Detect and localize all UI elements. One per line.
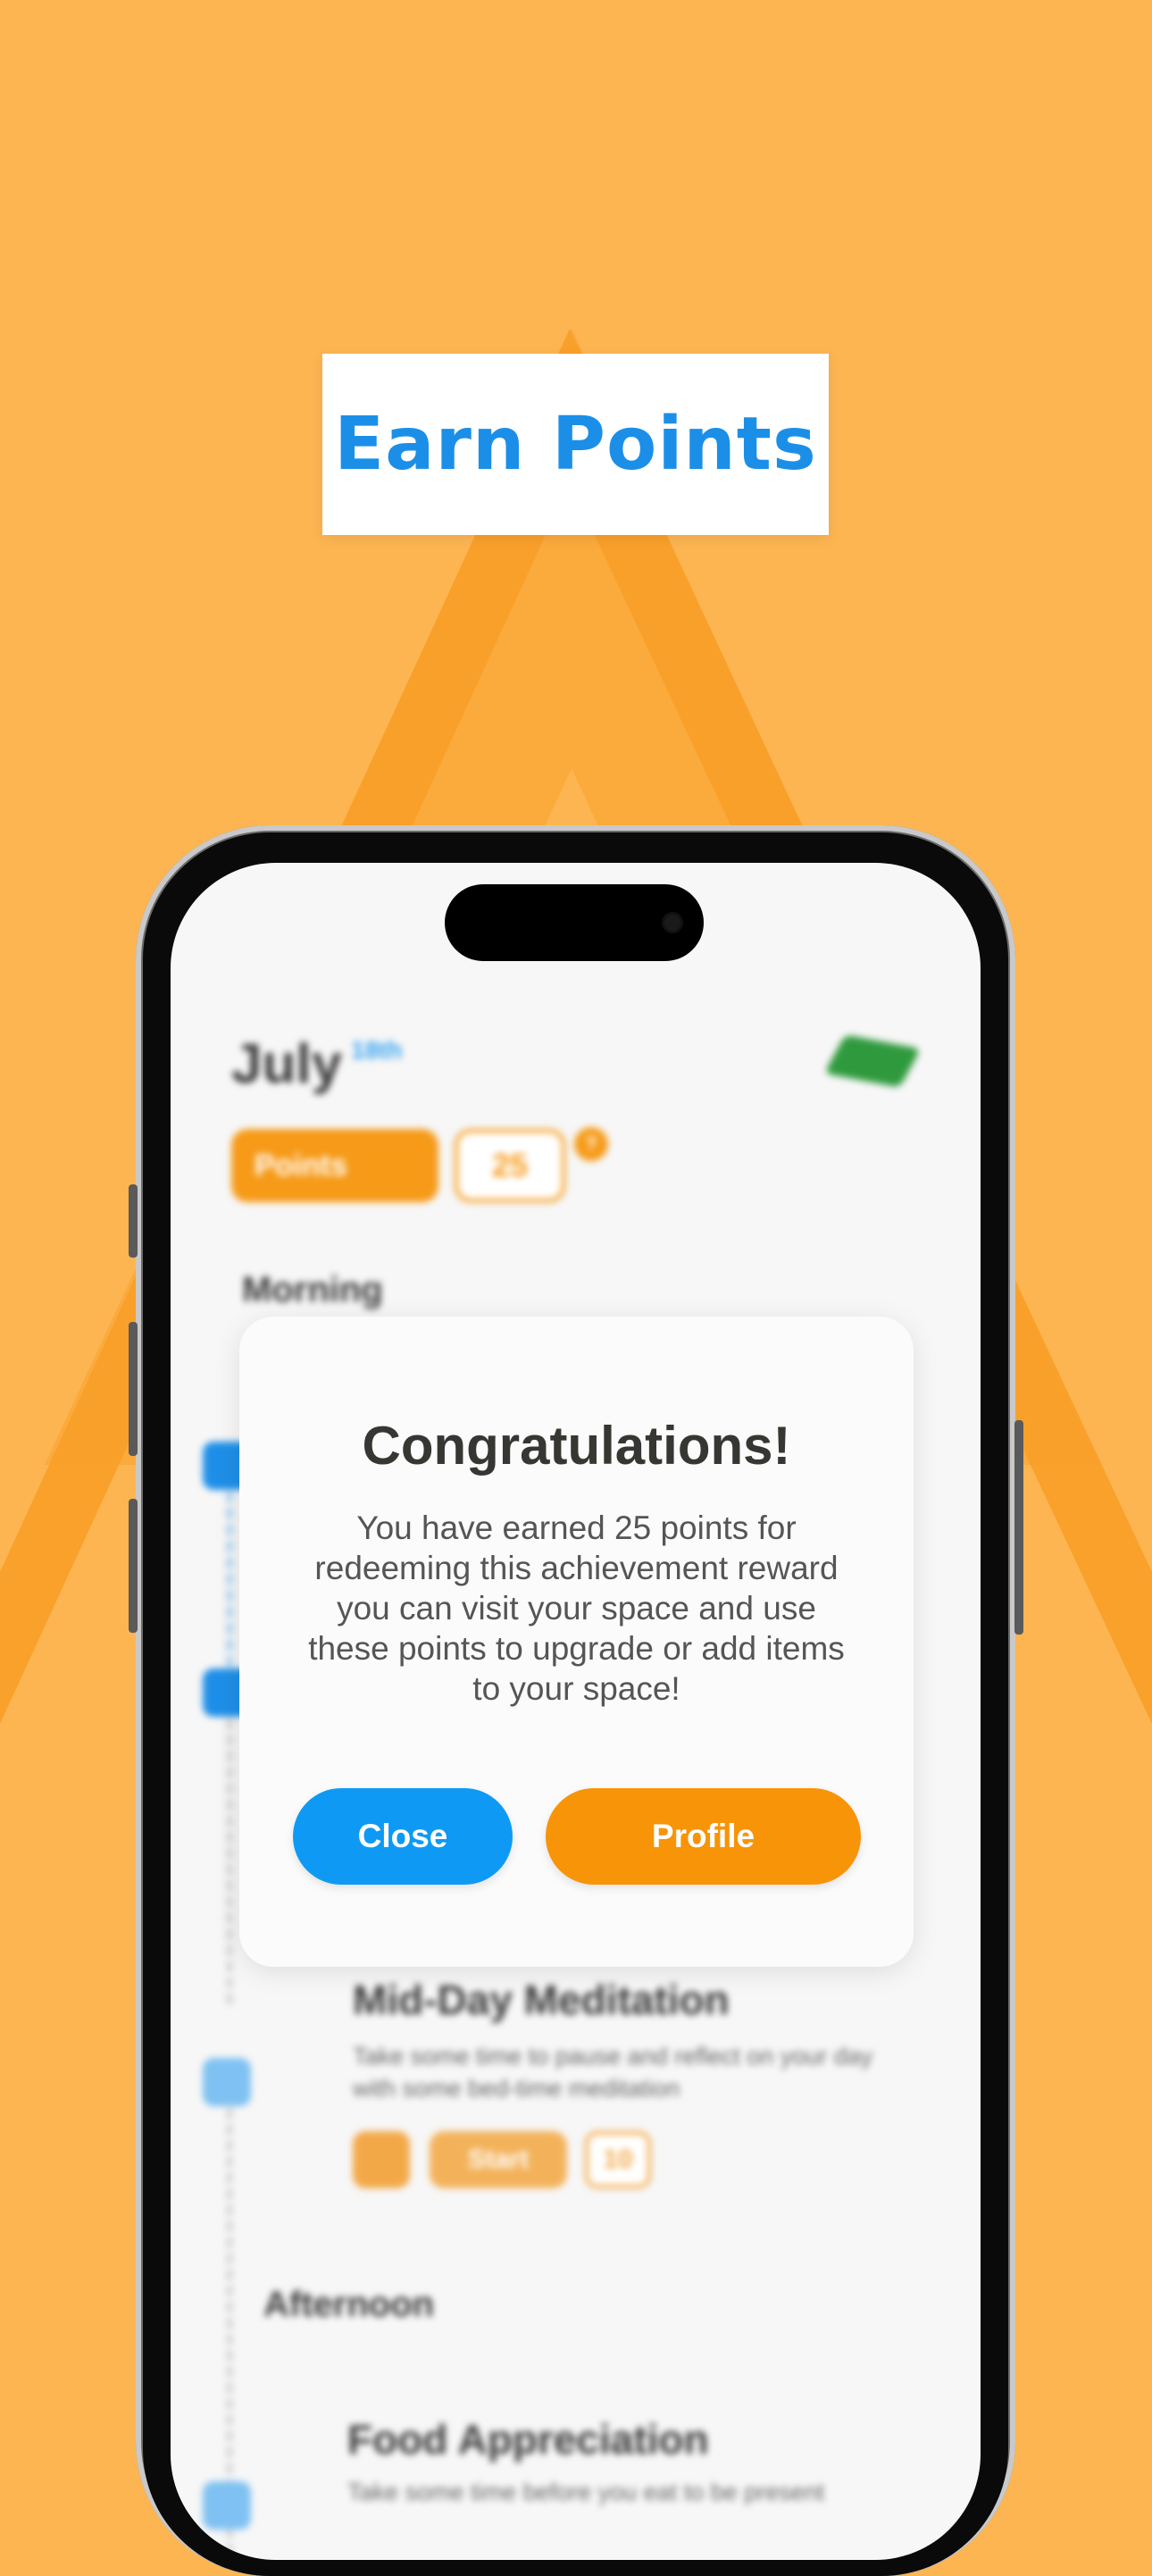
congratulations-dialog: Congratulations! You have earned 25 poin… (239, 1317, 914, 1967)
camera-icon (664, 915, 680, 931)
day-label: 18th (351, 1036, 403, 1064)
task-title: Mid-Day Meditation (353, 1977, 730, 2023)
volume-down-button (129, 1499, 138, 1633)
headline-card: Earn Points (322, 354, 829, 535)
task-checkbox[interactable] (203, 2481, 251, 2530)
task-description: Take some time to pause and reflect on y… (353, 2043, 873, 2102)
power-button (1014, 1420, 1023, 1635)
space-logo-icon[interactable] (823, 1034, 922, 1088)
points-label: Points (255, 1148, 347, 1183)
dialog-title: Congratulations! (362, 1416, 791, 1476)
help-badge[interactable]: ? (574, 1127, 608, 1161)
dialog-message: You have earned 25 points for redeeming … (308, 1510, 845, 1707)
points-value: 25 (455, 1129, 565, 1202)
start-button[interactable]: Start (430, 2131, 567, 2188)
task-points: 10 (585, 2131, 651, 2188)
action-button (129, 1184, 138, 1258)
section-morning: Morning (242, 1270, 383, 1309)
task-title: Food Appreciation (347, 2416, 709, 2463)
month-title: July (231, 1033, 343, 1095)
section-afternoon: Afternoon (263, 2285, 435, 2324)
profile-button[interactable]: Profile (546, 1788, 861, 1885)
close-button[interactable]: Close (293, 1788, 513, 1885)
dynamic-island (445, 884, 704, 961)
task-icon-button[interactable] (353, 2131, 410, 2188)
task-checkbox[interactable] (203, 2058, 251, 2106)
headline-title: Earn Points (334, 402, 817, 487)
timeline-dash (227, 1719, 232, 2004)
points-button[interactable]: Points (231, 1129, 438, 1202)
volume-up-button (129, 1322, 138, 1456)
task-description: Take some time before you eat to be pres… (347, 2479, 825, 2505)
timeline-dash (227, 1492, 232, 1667)
